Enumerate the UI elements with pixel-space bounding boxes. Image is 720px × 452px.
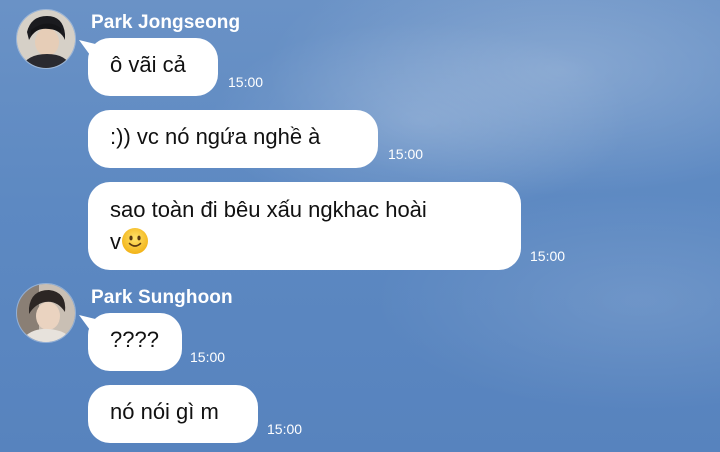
message-time: 15:00 bbox=[388, 146, 424, 162]
sender-name: Park Sunghoon bbox=[91, 287, 233, 308]
message-text: v bbox=[110, 229, 121, 254]
avatar-park-jongseong[interactable] bbox=[16, 9, 76, 69]
message-text: nó nói gì m bbox=[110, 399, 219, 424]
slightly-smiling-face-emoji-icon bbox=[122, 228, 148, 254]
avatar-park-sunghoon[interactable] bbox=[16, 283, 76, 343]
message-time: 15:00 bbox=[267, 421, 303, 437]
message-text: ô vãi cả bbox=[110, 52, 186, 77]
message-bubble[interactable]: sao toàn đi bêu xấu ngkhac hoài v bbox=[88, 182, 521, 270]
avatar-photo-icon bbox=[17, 284, 75, 342]
message-bubble[interactable]: :)) vc nó ngứa nghề à bbox=[88, 110, 378, 168]
message-text-line: sao toàn đi bêu xấu ngkhac hoài bbox=[110, 197, 427, 222]
avatar-photo-icon bbox=[17, 10, 75, 68]
message-text: ???? bbox=[110, 327, 159, 352]
message-bubble[interactable]: ???? bbox=[88, 313, 182, 371]
message-time: 15:00 bbox=[530, 248, 566, 264]
message-time: 15:00 bbox=[228, 74, 264, 90]
message-bubble[interactable]: nó nói gì m bbox=[88, 385, 258, 443]
message-time: 15:00 bbox=[190, 349, 226, 365]
message-text-line-2: v bbox=[110, 226, 499, 258]
message-bubble[interactable]: ô vãi cả bbox=[88, 38, 218, 96]
message-text: :)) vc nó ngứa nghề à bbox=[110, 124, 321, 149]
sender-name: Park Jongseong bbox=[91, 12, 241, 33]
